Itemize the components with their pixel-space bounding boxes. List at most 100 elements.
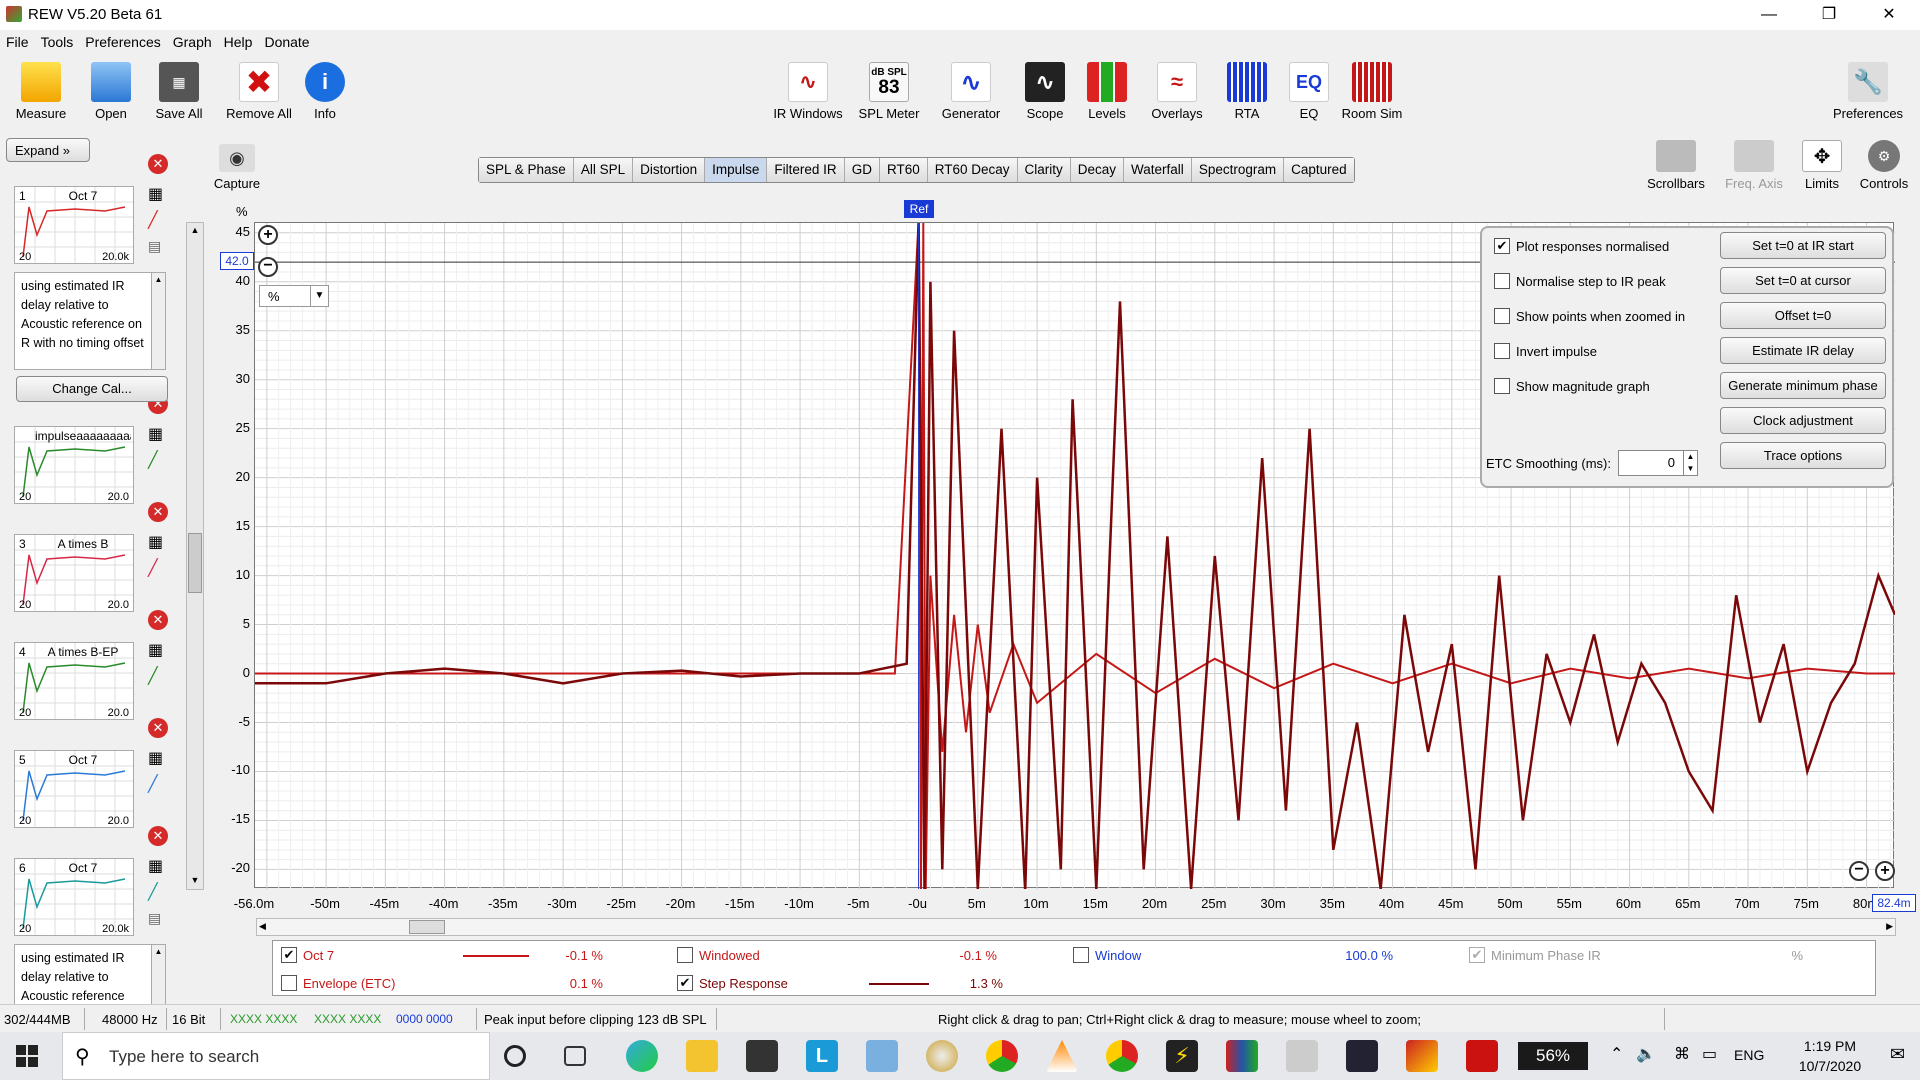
cortana-icon[interactable] xyxy=(504,1045,526,1067)
notification-icon[interactable]: ✉ xyxy=(1890,1044,1905,1065)
trace-color-icon[interactable]: ╱ xyxy=(148,450,168,470)
scrollbars-button[interactable]: Scrollbars xyxy=(1638,140,1714,191)
preferences-button[interactable]: 🔧 Preferences xyxy=(1826,62,1910,121)
scrollbar-thumb[interactable] xyxy=(188,533,202,593)
measure-button[interactable]: Measure xyxy=(4,62,78,121)
tab-spl-phase[interactable]: SPL & Phase xyxy=(479,158,574,182)
volume-icon[interactable]: 🔈 xyxy=(1636,1044,1656,1064)
overlays-button[interactable]: ≈ Overlays xyxy=(1140,62,1214,121)
remove-measurement-icon[interactable]: ✕ xyxy=(148,718,168,738)
ref-marker[interactable]: Ref xyxy=(904,200,934,218)
legend-checkbox[interactable] xyxy=(281,975,297,991)
network-app-icon[interactable] xyxy=(866,1040,898,1072)
spl-meter-button[interactable]: dB SPL 83 SPL Meter xyxy=(852,62,926,121)
legend-checkbox[interactable]: ✔ xyxy=(281,947,297,963)
tab-rt60-decay[interactable]: RT60 Decay xyxy=(927,158,1018,182)
impulse-action-button[interactable]: Trace options xyxy=(1720,442,1886,469)
room-sim-button[interactable]: Room Sim xyxy=(1334,62,1410,121)
save-measurement-icon[interactable]: ▦ xyxy=(148,532,168,552)
tab-all-spl[interactable]: All SPL xyxy=(573,158,634,182)
close-button[interactable]: ✕ xyxy=(1866,0,1912,30)
measurement-thumbnail[interactable]: 6 Oct 7 20 20.0k xyxy=(14,858,134,936)
zoom-out-icon[interactable]: − xyxy=(258,257,278,277)
menu-preferences[interactable]: Preferences xyxy=(79,30,166,50)
grid-app-icon[interactable] xyxy=(1466,1040,1498,1072)
tab-filtered-ir[interactable]: Filtered IR xyxy=(767,158,845,182)
chevron-up-icon[interactable]: ⌃ xyxy=(1610,1044,1623,1064)
dsp-app-icon[interactable] xyxy=(1286,1040,1318,1072)
scroll-down-icon[interactable]: ▼ xyxy=(189,875,201,887)
measurement-thumbnail[interactable]: impulseaaaaaaaaaaa 20 20.0 xyxy=(14,426,134,504)
measurement-thumbnail[interactable]: 5 Oct 7 20 20.0 xyxy=(14,750,134,828)
option-checkbox[interactable]: ✔ xyxy=(1494,238,1510,254)
option-checkbox[interactable] xyxy=(1494,378,1510,394)
menu-file[interactable]: File xyxy=(0,30,35,50)
maximize-button[interactable]: ❐ xyxy=(1806,0,1852,30)
option-checkbox[interactable] xyxy=(1494,343,1510,359)
save-measurement-icon[interactable]: ▦ xyxy=(148,184,168,204)
menu-graph[interactable]: Graph xyxy=(167,30,218,50)
impulse-action-button[interactable]: Estimate IR delay xyxy=(1720,337,1886,364)
save-measurement-icon[interactable]: ▦ xyxy=(148,424,168,444)
impulse-action-button[interactable]: Offset t=0 xyxy=(1720,302,1886,329)
generator-button[interactable]: ∿ Generator xyxy=(934,62,1008,121)
remove-measurement-icon[interactable]: ✕ xyxy=(148,826,168,846)
tab-rt60[interactable]: RT60 xyxy=(879,158,928,182)
notes-scrollbar[interactable]: ▲ xyxy=(151,273,165,369)
remove-measurement-icon[interactable]: ✕ xyxy=(148,502,168,522)
tab-impulse[interactable]: Impulse xyxy=(705,158,768,182)
vlc-icon[interactable] xyxy=(1046,1040,1078,1072)
minimize-button[interactable]: — xyxy=(1746,0,1792,30)
zoom-out-x-icon[interactable]: − xyxy=(1849,861,1869,881)
remove-all-button[interactable]: ✖ Remove All xyxy=(222,62,296,121)
tab-clarity[interactable]: Clarity xyxy=(1017,158,1071,182)
tab-captured[interactable]: Captured xyxy=(1284,158,1354,182)
tab-waterfall[interactable]: Waterfall xyxy=(1124,158,1192,182)
expand-button[interactable]: Expand » xyxy=(6,138,90,162)
scroll-up-icon[interactable]: ▲ xyxy=(189,225,201,237)
measurement-notes[interactable]: using estimated IR delay relative to Aco… xyxy=(14,272,166,370)
remove-measurement-icon[interactable]: ✕ xyxy=(148,154,168,174)
save-measurement-icon[interactable]: ▦ xyxy=(148,748,168,768)
measurement-list-scrollbar[interactable]: ▲ ▼ xyxy=(186,222,204,890)
edge-icon[interactable] xyxy=(626,1040,658,1072)
winrar-icon[interactable] xyxy=(1226,1040,1258,1072)
notes-icon[interactable]: ▤ xyxy=(148,910,168,930)
hscroll-thumb[interactable] xyxy=(409,920,445,934)
measurement-thumbnail[interactable]: 4 A times B-EP 20 20.0 xyxy=(14,642,134,720)
impulse-action-button[interactable]: Generate minimum phase xyxy=(1720,372,1886,399)
impulse-action-button[interactable]: Set t=0 at cursor xyxy=(1720,267,1886,294)
media-icon[interactable] xyxy=(926,1040,958,1072)
battery-indicator[interactable]: 56% xyxy=(1518,1042,1588,1070)
controls-button[interactable]: ⚙ Controls xyxy=(1848,140,1920,191)
measurement-thumbnail[interactable]: 1 Oct 7 20 20.0k xyxy=(14,186,134,264)
zoom-in-icon[interactable]: + xyxy=(258,225,278,245)
file-explorer-icon[interactable] xyxy=(686,1040,718,1072)
tab-distortion[interactable]: Distortion xyxy=(633,158,706,182)
spinner-icon[interactable]: ▲ ▼ xyxy=(1683,451,1697,475)
tab-decay[interactable]: Decay xyxy=(1070,158,1125,182)
ir-windows-button[interactable]: ∿ IR Windows xyxy=(770,62,846,121)
scroll-left-icon[interactable]: ◀ xyxy=(259,921,266,932)
office-icon[interactable] xyxy=(1406,1040,1438,1072)
impulse-action-button[interactable]: Set t=0 at IR start xyxy=(1720,232,1886,259)
trace-color-icon[interactable]: ╱ xyxy=(148,774,168,794)
open-button[interactable]: Open xyxy=(74,62,148,121)
option-checkbox[interactable] xyxy=(1494,308,1510,324)
change-cal-button[interactable]: Change Cal... xyxy=(16,376,168,402)
rew-taskbar-icon[interactable] xyxy=(1346,1040,1378,1072)
wifi-icon[interactable]: ⌘ xyxy=(1674,1044,1690,1064)
option-checkbox[interactable] xyxy=(1494,273,1510,289)
unit-select[interactable]: % ▼ xyxy=(259,285,329,307)
save-measurement-icon[interactable]: ▦ xyxy=(148,640,168,660)
impulse-action-button[interactable]: Clock adjustment xyxy=(1720,407,1886,434)
trace-color-icon[interactable]: ╱ xyxy=(148,558,168,578)
remove-measurement-icon[interactable]: ✕ xyxy=(148,610,168,630)
plot-horizontal-scrollbar[interactable]: ◀ ▶ xyxy=(256,918,1896,936)
legend-checkbox[interactable] xyxy=(677,947,693,963)
measurement-thumbnail[interactable]: 3 A times B 20 20.0 xyxy=(14,534,134,612)
clock[interactable]: 1:19 PM 10/7/2020 xyxy=(1782,1036,1878,1076)
scroll-right-icon[interactable]: ▶ xyxy=(1886,921,1893,932)
trace-color-icon[interactable]: ╱ xyxy=(148,882,168,902)
store-icon[interactable] xyxy=(746,1040,778,1072)
